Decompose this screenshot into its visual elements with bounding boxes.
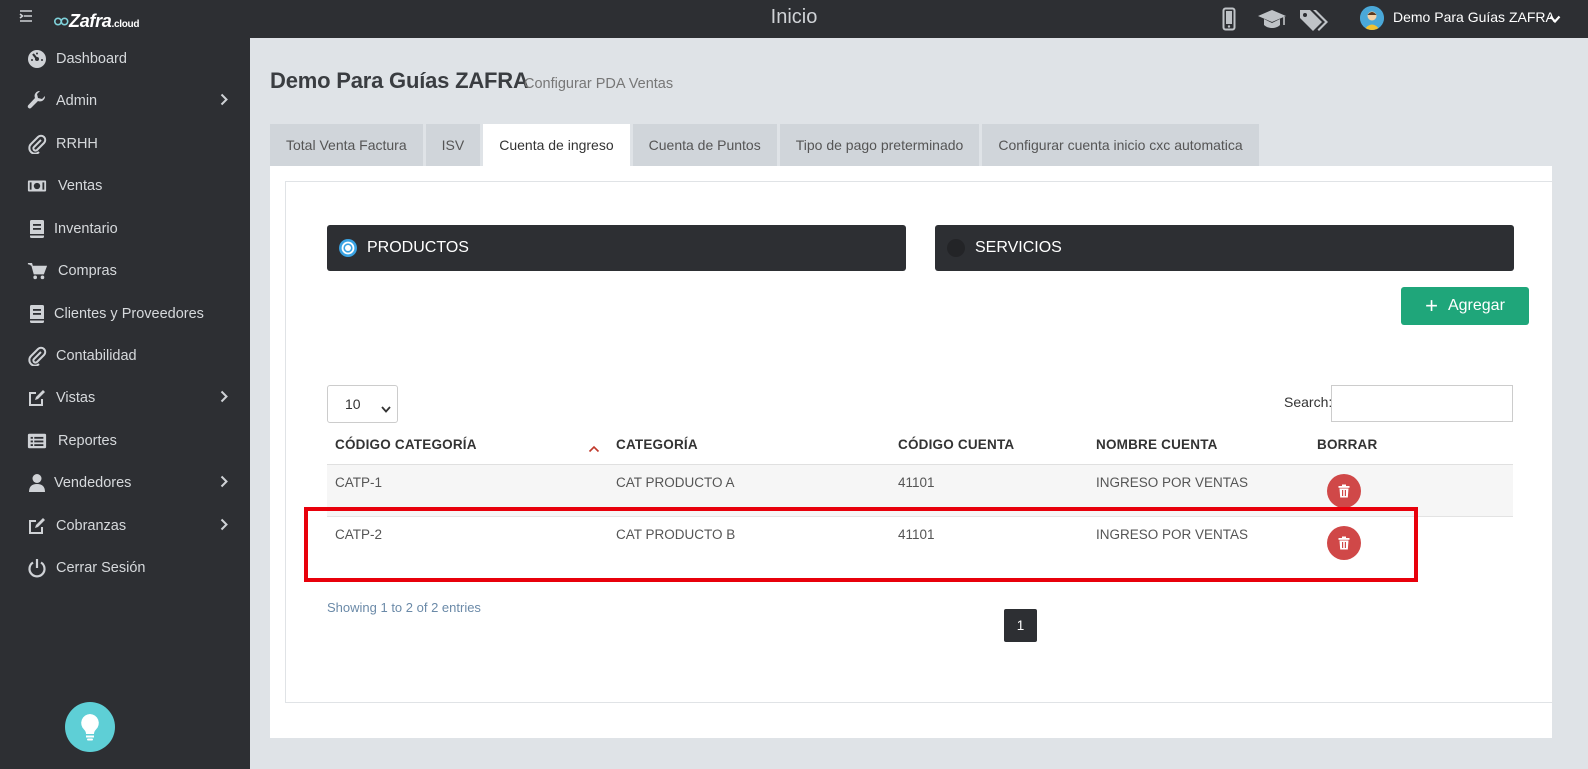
- table-info: Showing 1 to 2 of 2 entries: [327, 600, 481, 615]
- dashboard-icon: [27, 49, 47, 69]
- paperclip-icon: [27, 346, 47, 366]
- column-header-nombre-cuenta[interactable]: NOMBRE CUENTA: [1096, 437, 1218, 452]
- page-length-select[interactable]: 10: [327, 385, 398, 423]
- sidebar-item-label: Vendedores: [54, 475, 132, 491]
- page-subtitle: Configurar PDA Ventas: [524, 76, 674, 92]
- sidebar: Dashboard Admin RRHH Ventas Inventario C…: [0, 38, 250, 769]
- sidebar-item-label: Cerrar Sesión: [56, 560, 146, 576]
- money-icon: [27, 176, 47, 196]
- edit-icon: [27, 388, 47, 408]
- sidebar-item-cobranzas[interactable]: Cobranzas: [0, 506, 250, 546]
- chevron-right-icon: [220, 93, 228, 110]
- list-icon: [27, 431, 47, 451]
- column-header-codigo-categoria[interactable]: CÓDIGO CATEGORÍA: [335, 437, 477, 452]
- delete-button[interactable]: [1327, 474, 1361, 508]
- mobile-icon[interactable]: [1220, 6, 1238, 32]
- chevron-right-icon: [220, 475, 228, 492]
- sidebar-item-clientes-proveedores[interactable]: Clientes y Proveedores: [0, 294, 250, 334]
- chevron-down-icon: [381, 400, 391, 416]
- pagination-page-button[interactable]: 1: [1004, 609, 1037, 642]
- cell-codigo-categoria: CATP-1: [335, 475, 383, 490]
- column-header-codigo-cuenta[interactable]: CÓDIGO CUENTA: [898, 437, 1014, 452]
- book-icon: [27, 219, 47, 239]
- top-bar: Zafra.cloud Inicio Demo Para Guías ZAFRA: [0, 0, 1588, 38]
- top-title: Inicio: [770, 6, 818, 28]
- plus-icon: +: [1425, 293, 1438, 318]
- option-label: SERVICIOS: [975, 239, 1062, 256]
- sidebar-item-label: RRHH: [56, 136, 98, 152]
- chevron-right-icon: [220, 518, 228, 535]
- sidebar-item-label: Dashboard: [56, 51, 127, 67]
- sidebar-item-label: Reportes: [58, 433, 117, 449]
- option-productos[interactable]: PRODUCTOS: [327, 225, 906, 271]
- sidebar-item-label: Compras: [58, 263, 117, 279]
- sidebar-item-cerrar-sesion[interactable]: Cerrar Sesión: [0, 548, 250, 588]
- highlight-annotation-box: [304, 507, 1418, 582]
- tab-bar: Total Venta Factura ISV Cuenta de ingres…: [270, 124, 1262, 166]
- graduation-cap-icon[interactable]: [1256, 6, 1288, 32]
- tab-cuenta-de-puntos[interactable]: Cuenta de Puntos: [632, 124, 777, 166]
- sort-ascending-icon[interactable]: [588, 440, 600, 458]
- user-icon: [27, 473, 47, 493]
- sidebar-item-inventario[interactable]: Inventario: [0, 209, 250, 249]
- paperclip-icon: [27, 134, 47, 154]
- sidebar-item-label: Admin: [56, 93, 98, 109]
- tab-configurar-cuenta-cxc[interactable]: Configurar cuenta inicio cxc automatica: [982, 124, 1259, 166]
- sidebar-item-label: Cobranzas: [56, 518, 127, 534]
- wrench-icon: [27, 91, 47, 111]
- cart-icon: [27, 261, 47, 281]
- tab-total-venta-factura[interactable]: Total Venta Factura: [270, 124, 423, 166]
- sidebar-item-vendedores[interactable]: Vendedores: [0, 463, 250, 503]
- user-avatar[interactable]: [1360, 6, 1384, 30]
- chevron-right-icon: [220, 390, 228, 407]
- tab-isv[interactable]: ISV: [425, 124, 481, 166]
- add-button[interactable]: + Agregar: [1401, 287, 1529, 325]
- sidebar-item-label: Clientes y Proveedores: [54, 306, 204, 322]
- cell-categoria: CAT PRODUCTO A: [616, 475, 735, 490]
- tab-cuenta-de-ingreso[interactable]: Cuenta de ingreso: [483, 124, 630, 166]
- power-icon: [27, 558, 47, 578]
- page-length-value: 10: [345, 396, 361, 412]
- sidebar-item-label: Vistas: [56, 390, 96, 406]
- sidebar-item-reportes[interactable]: Reportes: [0, 421, 250, 461]
- option-servicios[interactable]: SERVICIOS: [935, 225, 1514, 271]
- tab-tipo-de-pago[interactable]: Tipo de pago preterminado: [779, 124, 980, 166]
- sidebar-item-label: Ventas: [58, 178, 103, 194]
- sidebar-item-rrhh[interactable]: RRHH: [0, 124, 250, 164]
- chevron-down-icon[interactable]: [1549, 11, 1561, 29]
- sidebar-item-admin[interactable]: Admin: [0, 81, 250, 121]
- tags-icon[interactable]: [1298, 6, 1330, 32]
- lightbulb-icon[interactable]: [65, 702, 115, 752]
- sidebar-item-compras[interactable]: Compras: [0, 251, 250, 291]
- sidebar-item-dashboard[interactable]: Dashboard: [0, 39, 250, 79]
- book-icon: [27, 304, 47, 324]
- sidebar-item-ventas[interactable]: Ventas: [0, 166, 250, 206]
- cell-nombre-cuenta: INGRESO POR VENTAS: [1096, 475, 1249, 490]
- option-label: PRODUCTOS: [367, 239, 469, 256]
- cell-codigo-cuenta: 41101: [898, 475, 935, 490]
- trash-icon: [1338, 484, 1350, 498]
- search-label: Search:: [1284, 394, 1333, 410]
- radio-selected-icon[interactable]: [339, 239, 357, 257]
- sidebar-item-vistas[interactable]: Vistas: [0, 378, 250, 418]
- sidebar-item-contabilidad[interactable]: Contabilidad: [0, 336, 250, 376]
- add-button-label: Agregar: [1447, 297, 1505, 314]
- page-title: Demo Para Guías ZAFRA: [270, 68, 529, 93]
- radio-unselected-icon[interactable]: [947, 239, 965, 257]
- sidebar-item-label: Inventario: [54, 221, 118, 237]
- column-header-categoria[interactable]: CATEGORÍA: [616, 437, 698, 452]
- sidebar-item-label: Contabilidad: [56, 348, 137, 364]
- column-header-borrar[interactable]: BORRAR: [1317, 437, 1377, 452]
- search-input[interactable]: [1331, 385, 1513, 422]
- user-name[interactable]: Demo Para Guías ZAFRA: [1393, 9, 1555, 25]
- edit-icon: [27, 516, 47, 536]
